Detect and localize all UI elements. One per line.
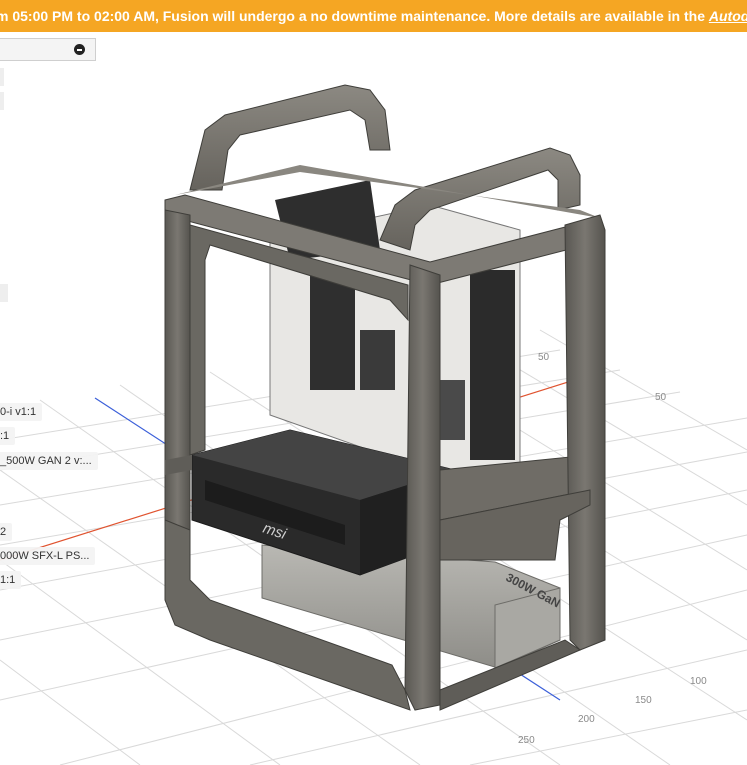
banner-message: m 05:00 PM to 02:00 AM, Fusion will unde… xyxy=(0,8,709,24)
component-label[interactable]: 1:1 xyxy=(0,571,22,589)
component-label[interactable]: 2 xyxy=(0,523,13,541)
grid-tick-label: 150 xyxy=(635,695,652,706)
browser-panel-header xyxy=(0,38,96,61)
grid-tick-label: 50 xyxy=(538,352,550,363)
grid-tick-label: 50 xyxy=(655,392,667,403)
grid-tick-label: 100 xyxy=(690,676,707,687)
grid-tick-label: 250 xyxy=(518,735,535,746)
autodesk-link[interactable]: Autodesk xyxy=(709,8,747,24)
browser-tree-stub xyxy=(0,284,8,302)
browser-tree-stub xyxy=(0,92,4,110)
maintenance-banner: m 05:00 PM to 02:00 AM, Fusion will unde… xyxy=(0,0,747,32)
browser-tree-stub xyxy=(0,68,4,86)
grid-tick-label: 200 xyxy=(578,714,595,725)
collapse-icon[interactable] xyxy=(74,44,85,55)
component-label[interactable]: _500W GAN 2 v:... xyxy=(0,452,98,470)
component-label[interactable]: :1 xyxy=(0,427,16,445)
viewport-canvas[interactable]: 50 50 100 150 200 250 300W GaN msi xyxy=(0,32,747,765)
component-label[interactable]: 000W SFX-L PS... xyxy=(0,547,96,565)
component-label[interactable]: 0-i v1:1 xyxy=(0,403,43,421)
